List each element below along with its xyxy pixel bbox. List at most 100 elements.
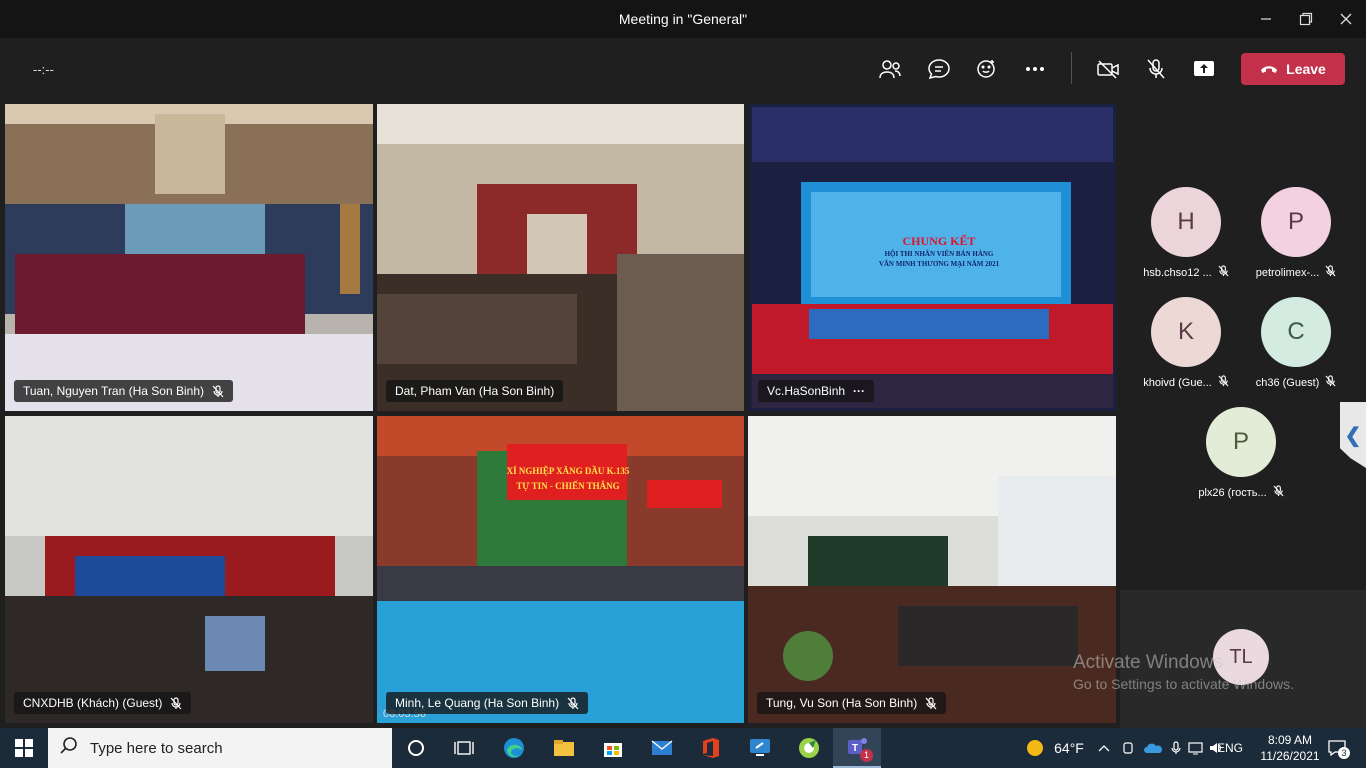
mic-muted-icon: [1218, 375, 1229, 390]
participant-name: CNXDHB (Khách) (Guest): [23, 696, 163, 710]
search-placeholder: Type here to search: [90, 739, 223, 757]
participant-name-tag: Tuan, Nguyen Tran (Ha Son Binh): [14, 380, 233, 402]
browser-app-icon[interactable]: [785, 728, 833, 768]
participant-avatar-item[interactable]: P petrolimex-...: [1241, 187, 1351, 280]
video-tile[interactable]: Tung, Vu Son (Ha Son Binh): [748, 416, 1116, 723]
network-icon[interactable]: [1187, 728, 1205, 768]
task-view-icon[interactable]: [440, 728, 488, 768]
hang-up-icon: [1261, 66, 1278, 73]
weather-temperature[interactable]: 64°F: [1050, 728, 1088, 768]
participant-name: Vc.HaSonBinh: [767, 384, 846, 398]
office-icon[interactable]: [687, 728, 735, 768]
mic-off-icon[interactable]: [1143, 56, 1169, 82]
participant-avatar-item[interactable]: P plx26 (гость...: [1186, 407, 1296, 500]
participant-name: Tuan, Nguyen Tran (Ha Son Binh): [23, 384, 204, 398]
stage-line-1: HỘI THI NHÂN VIÊN BÁN HÀNG: [884, 250, 994, 258]
leave-label: Leave: [1286, 61, 1326, 77]
remote-desktop-icon[interactable]: [736, 728, 784, 768]
video-tile[interactable]: CNXDHB (Khách) (Guest): [5, 416, 373, 723]
participant-label-text: hsb.chso12 ...: [1143, 266, 1212, 279]
mic-muted-icon: [1325, 375, 1336, 390]
tile-more-icon[interactable]: ···: [853, 384, 865, 398]
participant-label-text: petrolimex-...: [1255, 266, 1320, 279]
chat-icon[interactable]: [926, 56, 952, 82]
video-tile[interactable]: Tuan, Nguyen Tran (Ha Son Binh): [5, 104, 373, 411]
avatar: C: [1261, 297, 1331, 367]
search-icon: [60, 737, 78, 759]
participant-avatar-item[interactable]: K khoivd (Gue...: [1131, 297, 1241, 390]
meeting-toolbar: --:-- Leave: [0, 38, 1366, 100]
notification-icon[interactable]: 3: [1322, 728, 1352, 768]
cortana-icon[interactable]: [392, 728, 440, 768]
minimize-icon[interactable]: [1255, 8, 1277, 30]
clock-time: 8:09 AM: [1267, 733, 1313, 747]
watermark-subtitle: Go to Settings to activate Windows.: [1073, 676, 1294, 692]
mic-muted-icon: [212, 384, 224, 398]
audience-hall-video: [5, 416, 373, 723]
watermark-title: Activate Windows: [1073, 652, 1223, 673]
svg-text:T: T: [852, 743, 858, 754]
participant-label: hsb.chso12 ...: [1131, 265, 1241, 280]
participant-label: ch36 (Guest): [1241, 375, 1351, 390]
language-indicator[interactable]: ENG: [1214, 728, 1246, 768]
banner-line-1: XÍ NGHIỆP XĂNG DẦU K.135: [506, 466, 630, 476]
notification-count: 3: [1338, 747, 1350, 759]
mail-icon[interactable]: [638, 728, 686, 768]
mic-muted-icon: [1273, 485, 1284, 500]
share-screen-icon[interactable]: [1191, 56, 1217, 82]
stage-line-2: VĂN MINH THƯƠNG MẠI NĂM 2021: [878, 260, 1000, 268]
restore-icon[interactable]: [1295, 8, 1317, 30]
toolbar-divider: [1071, 52, 1072, 84]
activation-watermark: Activate Windows Go to Settings to activ…: [1073, 652, 1294, 692]
boardroom-video: [748, 416, 1116, 723]
participant-label: plx26 (гость...: [1186, 485, 1296, 500]
teams-badge: 1: [860, 749, 873, 762]
reactions-icon[interactable]: [974, 56, 1000, 82]
weather-icon[interactable]: [1020, 728, 1050, 768]
onedrive-icon[interactable]: [1142, 728, 1164, 768]
participant-name-tag: Tung, Vu Son (Ha Son Binh): [757, 692, 947, 714]
leave-button[interactable]: Leave: [1241, 53, 1345, 85]
mic-muted-icon: [567, 696, 579, 710]
participant-name: Dat, Pham Van (Ha Son Binh): [395, 384, 555, 398]
teams-icon[interactable]: T 1: [833, 728, 881, 768]
more-actions-icon[interactable]: [1022, 56, 1048, 82]
mic-muted-icon: [925, 696, 937, 710]
participant-label: khoivd (Gue...: [1131, 375, 1241, 390]
taskbar-search[interactable]: Type here to search: [48, 728, 392, 768]
file-explorer-icon[interactable]: [540, 728, 588, 768]
mic-muted-icon: [1218, 265, 1229, 280]
video-tile[interactable]: Dat, Pham Van (Ha Son Binh): [377, 104, 744, 411]
device-icon[interactable]: [1118, 728, 1138, 768]
participant-name-tag: CNXDHB (Khách) (Guest): [14, 692, 192, 714]
window-title: Meeting in "General": [618, 11, 748, 27]
banner-line-2: TỰ TIN - CHIẾN THẮNG: [516, 481, 620, 491]
participant-label-text: khoivd (Gue...: [1143, 376, 1212, 389]
people-icon[interactable]: [877, 56, 903, 82]
participant-label: petrolimex-...: [1241, 265, 1351, 280]
edge-icon[interactable]: [490, 728, 538, 768]
office-meeting-video: [377, 416, 744, 723]
video-tile[interactable]: XÍ NGHIỆP XĂNG DẦU K.135 TỰ TIN - CHIẾN …: [377, 416, 744, 723]
meeting-room-video: [377, 104, 744, 411]
chevron-up-icon[interactable]: [1094, 728, 1114, 768]
windows-start-icon[interactable]: [0, 728, 48, 768]
participant-name-tag: Minh, Le Quang (Ha Son Binh): [386, 692, 589, 714]
participant-avatar-item[interactable]: H hsb.chso12 ...: [1131, 187, 1241, 280]
title-bar: Meeting in "General": [0, 0, 1366, 38]
microphone-icon[interactable]: [1167, 728, 1185, 768]
participant-avatar-item[interactable]: C ch36 (Guest): [1241, 297, 1351, 390]
windows-taskbar: Type here to search T 1 64°F ENG 8:09 AM…: [0, 728, 1366, 768]
meeting-timer: --:--: [33, 62, 54, 77]
mic-muted-icon: [1325, 265, 1336, 280]
avatar: P: [1206, 407, 1276, 477]
taskbar-clock[interactable]: 8:09 AM 11/26/2021: [1256, 732, 1324, 764]
store-icon[interactable]: [589, 728, 637, 768]
avatar: K: [1151, 297, 1221, 367]
clock-date: 11/26/2021: [1260, 749, 1320, 763]
camera-off-icon[interactable]: [1095, 56, 1121, 82]
participant-gallery: H hsb.chso12 ... P petrolimex-... K khoi…: [1120, 100, 1366, 590]
video-tile-active[interactable]: CHUNG KẾT HỘI THI NHÂN VIÊN BÁN HÀNG VĂN…: [749, 104, 1116, 411]
avatar: P: [1261, 187, 1331, 257]
close-icon[interactable]: [1335, 8, 1357, 30]
